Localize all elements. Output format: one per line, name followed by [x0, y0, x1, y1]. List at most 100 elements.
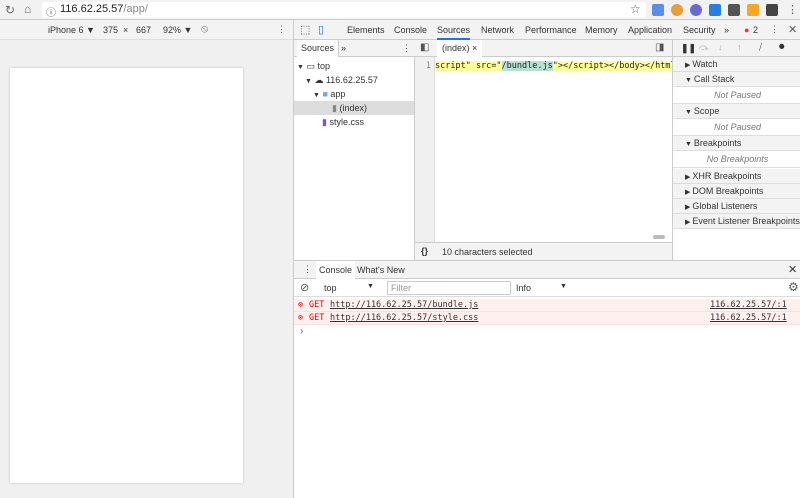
code-line[interactable]: script" src="/bundle.js"></script></body… — [435, 61, 681, 71]
extension-icon[interactable] — [671, 4, 683, 16]
close-tab-icon[interactable]: × — [472, 43, 477, 53]
request-url-link[interactable]: http://116.62.25.57/bundle.js — [330, 299, 478, 312]
editor-tabbar: ◧ (index) × ◨ — [415, 40, 672, 57]
device-screen[interactable] — [10, 68, 243, 483]
extension-jh-icon[interactable] — [652, 4, 664, 16]
step-out-icon[interactable]: ↑ — [737, 42, 742, 52]
more-options-icon[interactable]: ⋮ — [277, 24, 286, 35]
tree-item-top[interactable]: ▼ ▭ top — [294, 59, 414, 73]
tab-application[interactable]: Application — [628, 25, 672, 35]
device-toggle-icon[interactable]: ▯ — [318, 23, 324, 36]
reload-icon[interactable]: ↻ — [5, 3, 15, 17]
home-icon[interactable]: ⌂ — [24, 2, 31, 16]
section-call-stack[interactable]: ▼ Call Stack — [673, 72, 800, 87]
css-file-icon: ▮ — [322, 117, 327, 127]
tree-item-app[interactable]: ▼ ■ app — [294, 87, 414, 101]
request-url-link[interactable]: http://116.62.25.57/style.css — [330, 312, 478, 325]
console-settings-icon[interactable]: ⚙ — [788, 280, 799, 294]
zoom-select[interactable]: 92% ▼ — [163, 25, 192, 35]
tree-item-style-css[interactable]: ▮ style.css — [294, 115, 414, 129]
tab-memory[interactable]: Memory — [585, 25, 618, 35]
navigator-tab-sources[interactable]: Sources — [297, 40, 340, 57]
more-tabs-button[interactable]: » — [724, 25, 729, 35]
section-scope[interactable]: ▼ Scope — [673, 104, 800, 119]
step-into-icon[interactable]: ↓ — [718, 42, 723, 52]
filter-input[interactable]: Filter — [387, 281, 511, 295]
drawer-tab-whats-new[interactable]: What's New — [357, 265, 405, 275]
drawer-tab-console[interactable]: Console — [316, 261, 356, 279]
file-icon: ▮ — [332, 103, 337, 113]
devtools-tabbar: ⬚ ▯ Elements Console Sources Network Per… — [294, 20, 800, 40]
source-link[interactable]: 116.62.25.57/:1 — [710, 299, 787, 312]
close-drawer-icon[interactable]: ✕ — [788, 263, 797, 276]
width-input[interactable]: 375 — [103, 25, 118, 35]
pause-on-exceptions-icon[interactable]: ⏺ — [779, 41, 785, 54]
tab-sources[interactable]: Sources — [437, 25, 471, 40]
menu-icon[interactable]: ⋮ — [787, 3, 798, 16]
section-event-listener-breakpoints[interactable]: ▶ Event Listener Breakpoints — [673, 214, 800, 229]
console-prompt[interactable]: › — [300, 326, 303, 337]
close-devtools-icon[interactable]: ✕ — [788, 23, 797, 36]
url-path: /app/ — [123, 3, 148, 15]
section-watch[interactable]: ▶ Watch — [673, 57, 800, 72]
devtools-menu-icon[interactable]: ⋮ — [770, 24, 779, 35]
tab-console[interactable]: Console — [394, 25, 427, 35]
deactivate-breakpoints-icon[interactable]: ⧸ — [759, 42, 762, 53]
clear-console-icon[interactable]: ⊘ — [300, 281, 309, 294]
section-label: Event Listener Breakpoints — [692, 216, 800, 226]
log-level-select[interactable]: Info — [516, 283, 531, 293]
tree-item-host[interactable]: ▼ ☁ 116.62.25.57 — [294, 73, 414, 87]
height-input[interactable]: 667 — [136, 25, 151, 35]
editor-tab-index[interactable]: (index) × — [437, 40, 483, 57]
tree-label: top — [317, 61, 330, 71]
section-label: DOM Breakpoints — [692, 186, 764, 196]
shield-extension-icon[interactable] — [709, 4, 721, 16]
pause-icon[interactable]: ❚❚ — [681, 43, 696, 54]
tab-security[interactable]: Security — [683, 25, 716, 35]
chevron-down-icon[interactable]: ▼ — [367, 283, 374, 290]
request-method: GET — [309, 313, 325, 323]
tree-label: 116.62.25.57 — [325, 75, 378, 85]
address-bar[interactable]: ⓘ 116.62.25.57/app/ ☆ — [42, 2, 646, 19]
drawer-menu-icon[interactable]: ⋮ — [303, 264, 312, 275]
step-over-icon[interactable]: ⤼ — [699, 42, 709, 53]
line-gutter: 1 — [415, 57, 435, 262]
extension-icon[interactable] — [690, 4, 702, 16]
qr-extension-icon[interactable] — [766, 4, 778, 16]
tab-network[interactable]: Network — [481, 25, 514, 35]
tree-item-index[interactable]: ▮ (index) — [294, 101, 414, 115]
console-error-row: ⊗ GET http://116.62.25.57/style.css 116.… — [294, 312, 800, 325]
section-label: Call Stack — [693, 74, 735, 84]
section-global-listeners[interactable]: ▶ Global Listeners — [673, 199, 800, 214]
section-label: Watch — [692, 59, 718, 69]
breakpoints-status: No Breakpoints — [673, 151, 800, 168]
film-extension-icon[interactable] — [728, 4, 740, 16]
section-dom-breakpoints[interactable]: ▶ DOM Breakpoints — [673, 184, 800, 199]
toggle-debugger-icon[interactable]: ◨ — [655, 42, 664, 53]
context-select[interactable]: top — [324, 283, 337, 293]
selection-status: 10 characters selected — [442, 247, 533, 257]
rotate-icon[interactable]: ⦸ — [201, 23, 208, 36]
dimension-separator: × — [123, 25, 129, 35]
horizontal-scrollbar[interactable] — [653, 235, 665, 239]
device-select[interactable]: iPhone 6 ▼ — [48, 25, 95, 35]
bookmark-star-icon[interactable]: ☆ — [630, 2, 641, 16]
source-link[interactable]: 116.62.25.57/:1 — [710, 312, 787, 325]
url-text[interactable]: 116.62.25.57/app/ — [60, 3, 148, 15]
tree-label: (index) — [339, 103, 367, 113]
extension-icon[interactable] — [747, 4, 759, 16]
tab-elements[interactable]: Elements — [347, 25, 385, 35]
navigator-more-button[interactable]: » — [341, 43, 346, 53]
section-breakpoints[interactable]: ▼ Breakpoints — [673, 136, 800, 151]
tab-performance[interactable]: Performance — [525, 25, 577, 35]
error-count[interactable]: 2 — [753, 25, 758, 35]
inspect-element-icon[interactable]: ⬚ — [300, 23, 310, 36]
section-xhr-breakpoints[interactable]: ▶ XHR Breakpoints — [673, 169, 800, 184]
navigator-menu-icon[interactable]: ⋮ — [402, 43, 411, 54]
chevron-down-icon[interactable]: ▼ — [560, 283, 567, 290]
folder-icon: ■ — [322, 89, 328, 99]
toggle-navigator-icon[interactable]: ◧ — [420, 42, 429, 53]
cloud-icon: ☁ — [314, 75, 324, 85]
pretty-print-icon[interactable]: {} — [421, 246, 428, 256]
info-icon[interactable]: ⓘ — [46, 4, 56, 19]
